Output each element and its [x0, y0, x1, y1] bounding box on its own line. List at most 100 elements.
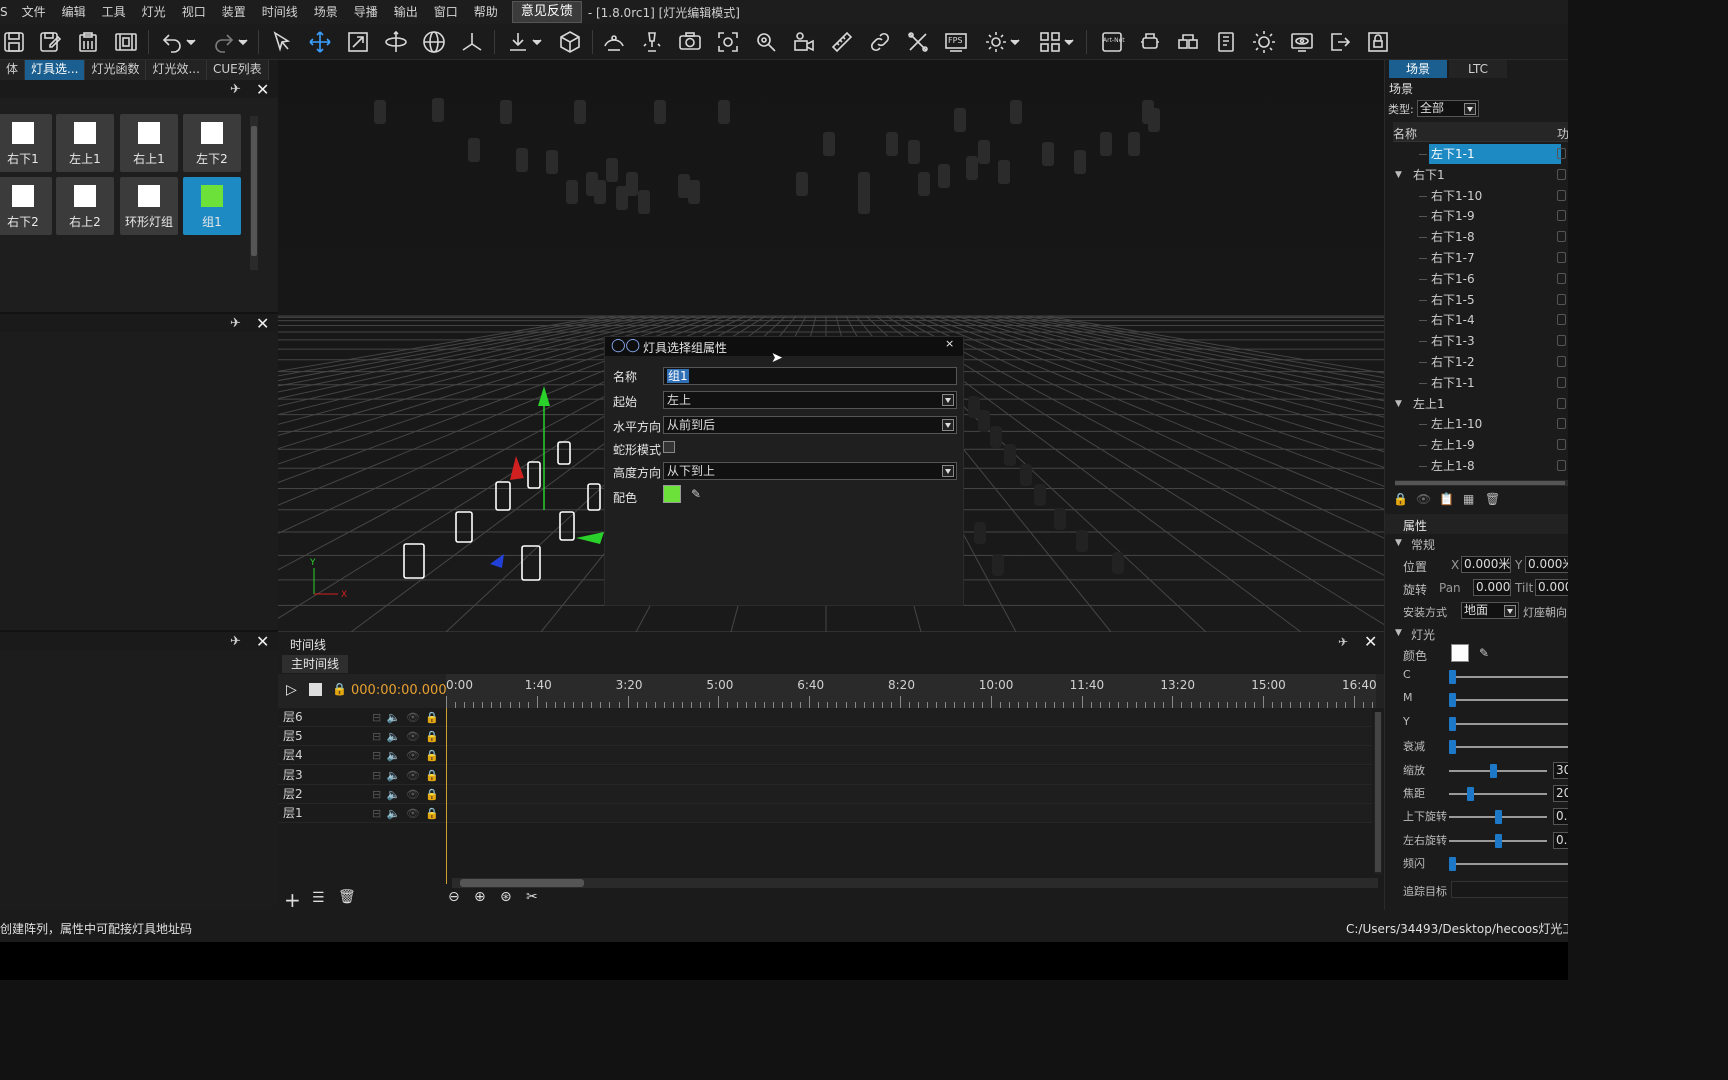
- lock-icon[interactable]: [1557, 293, 1566, 305]
- tree-item[interactable]: 右下1-4: [1385, 310, 1568, 330]
- lock-icon[interactable]: [1557, 397, 1566, 409]
- layer-row[interactable]: 层6 ⊟ 🔈 👁 🔒: [278, 708, 446, 727]
- chevron-down-icon[interactable]: [942, 394, 954, 406]
- tab-ltc[interactable]: LTC: [1449, 60, 1507, 78]
- snake-checkbox[interactable]: [663, 441, 675, 453]
- stop-icon[interactable]: [309, 683, 322, 696]
- layer-controls-icon[interactable]: ⊟ 🔈 👁 🔒: [372, 766, 440, 785]
- tab-body[interactable]: 体: [0, 60, 26, 80]
- tree-item[interactable]: 右下1-1: [1385, 373, 1568, 393]
- slider-track[interactable]: [1449, 746, 1568, 749]
- zoom-in-icon[interactable]: ⊕: [474, 889, 486, 905]
- film-icon[interactable]: [112, 28, 140, 56]
- type-select[interactable]: 全部: [1417, 100, 1479, 117]
- layer-lane[interactable]: [446, 804, 1372, 823]
- scrollbar-thumb[interactable]: [251, 126, 257, 256]
- tree-item[interactable]: ▼ 左上1: [1385, 394, 1568, 414]
- group-tile-selected[interactable]: 组1: [183, 177, 241, 235]
- place-down-icon[interactable]: [504, 28, 532, 56]
- feedback-button[interactable]: 意见反馈: [511, 1, 582, 23]
- slider-knob[interactable]: [1449, 740, 1456, 755]
- lock-icon[interactable]: [1557, 335, 1566, 347]
- clip-icon[interactable]: [1212, 28, 1240, 56]
- name-field[interactable]: 组1: [663, 367, 957, 385]
- group-tile[interactable]: 右下1: [0, 114, 52, 172]
- time-ruler[interactable]: 0:00 1:40 3:20 5:00 6:40 8:20 10:00 11:40 13:20 1…: [446, 674, 1377, 708]
- tree-item[interactable]: 右下1-2: [1385, 352, 1568, 372]
- select-icon[interactable]: [268, 28, 296, 56]
- calculator-icon[interactable]: ▦: [1463, 492, 1474, 506]
- tree-item[interactable]: 左下1-1: [1385, 144, 1568, 164]
- light-bulb-icon[interactable]: [982, 28, 1010, 56]
- layer-controls-icon[interactable]: ⊟ 🔈 👁 🔒: [372, 785, 440, 804]
- redo-dropdown-icon[interactable]: [236, 28, 250, 56]
- slider-knob[interactable]: [1449, 857, 1456, 872]
- tree-item[interactable]: 右下1-9: [1385, 206, 1568, 226]
- layer-row[interactable]: 层1 ⊟ 🔈 👁 🔒: [278, 804, 446, 823]
- layer-controls-icon[interactable]: ⊟ 🔈 👁 🔒: [372, 746, 440, 765]
- play-icon[interactable]: ▷: [286, 682, 297, 698]
- tree-item[interactable]: 左上1-9: [1385, 435, 1568, 455]
- menu-viewport[interactable]: 视口: [174, 0, 214, 24]
- lock-icon[interactable]: [1557, 418, 1566, 430]
- slider-track[interactable]: [1449, 863, 1568, 866]
- pin-icon[interactable]: ✈: [230, 82, 241, 97]
- menu-file[interactable]: 文件: [14, 0, 54, 24]
- dialog-close-button[interactable]: ×: [945, 337, 954, 350]
- slider-track[interactable]: [1449, 793, 1547, 795]
- slider-knob[interactable]: [1449, 693, 1456, 708]
- menu-timeline[interactable]: 时间线: [254, 0, 306, 24]
- axis-icon[interactable]: [458, 28, 486, 56]
- x-input[interactable]: 0.000米: [1461, 556, 1511, 573]
- slider-track[interactable]: [1449, 699, 1568, 702]
- tree-item[interactable]: 右下1-10: [1385, 186, 1568, 206]
- sun-icon[interactable]: [1250, 28, 1278, 56]
- menu-window[interactable]: 窗口: [426, 0, 466, 24]
- slider-track[interactable]: [1449, 769, 1547, 772]
- align-icon[interactable]: ☰: [312, 890, 325, 906]
- slider-knob[interactable]: [1494, 833, 1502, 848]
- horizontal-select[interactable]: 从前到后: [663, 416, 957, 434]
- artnet-icon[interactable]: Art-Net: [1098, 28, 1126, 56]
- tab-fixture-select[interactable]: 灯具选...: [25, 60, 86, 80]
- menu-tools[interactable]: 工具: [94, 0, 134, 24]
- slider-value[interactable]: 0.00: [1553, 808, 1568, 826]
- playhead[interactable]: [446, 708, 447, 884]
- group-tile[interactable]: 左上1: [56, 114, 114, 172]
- scrollbar-thumb[interactable]: [460, 879, 584, 887]
- fit-icon[interactable]: ⊛: [500, 889, 512, 905]
- lock-icon[interactable]: [1557, 168, 1566, 180]
- horizontal-scrollbar[interactable]: [1395, 480, 1568, 486]
- cube-icon[interactable]: [556, 28, 584, 56]
- tab-light-effects[interactable]: 灯光效...: [146, 60, 207, 80]
- slider-value[interactable]: 20: [1553, 785, 1568, 802]
- lock-icon[interactable]: [1557, 210, 1566, 222]
- close-icon[interactable]: ✕: [1364, 632, 1377, 651]
- layer-lane[interactable]: [446, 765, 1372, 785]
- undo-icon[interactable]: [158, 28, 186, 56]
- monitor-eye-icon[interactable]: [1288, 28, 1316, 56]
- slider-knob[interactable]: [1489, 763, 1497, 778]
- menu-device[interactable]: 装置: [214, 0, 254, 24]
- layer-lane[interactable]: [446, 784, 1372, 804]
- stage-icon[interactable]: [600, 28, 628, 56]
- move-icon[interactable]: [306, 28, 334, 56]
- layer-controls-icon[interactable]: ⊟ 🔈 👁 🔒: [372, 708, 440, 727]
- trash-icon[interactable]: 🗑: [1485, 492, 1500, 506]
- chevron-down-icon[interactable]: [1504, 605, 1516, 617]
- video-camera-icon[interactable]: [790, 28, 818, 56]
- slider-knob[interactable]: [1449, 670, 1456, 684]
- mount-select[interactable]: 地面: [1461, 602, 1519, 619]
- layer-row[interactable]: 层2 ⊟ 🔈 👁 🔒: [278, 785, 446, 804]
- scrollbar-thumb[interactable]: [1395, 481, 1565, 485]
- radar-icon[interactable]: [752, 28, 780, 56]
- camera-icon[interactable]: [676, 28, 704, 56]
- slider-knob[interactable]: [1494, 810, 1502, 825]
- collapse-arrow-icon[interactable]: ▼: [1395, 538, 1402, 548]
- lock-icon[interactable]: [1557, 272, 1566, 284]
- expand-arrow-icon[interactable]: ▼: [1395, 165, 1402, 185]
- redo-icon[interactable]: [210, 28, 238, 56]
- collapse-arrow-icon[interactable]: ▼: [1395, 628, 1402, 638]
- 3d-viewport[interactable]: Y X ◯◯ 灯具选择组属性 × 名称 组1 起始 左上 水平方向 从前到后 蛇…: [278, 60, 1384, 632]
- menu-edit[interactable]: 编辑: [54, 0, 94, 24]
